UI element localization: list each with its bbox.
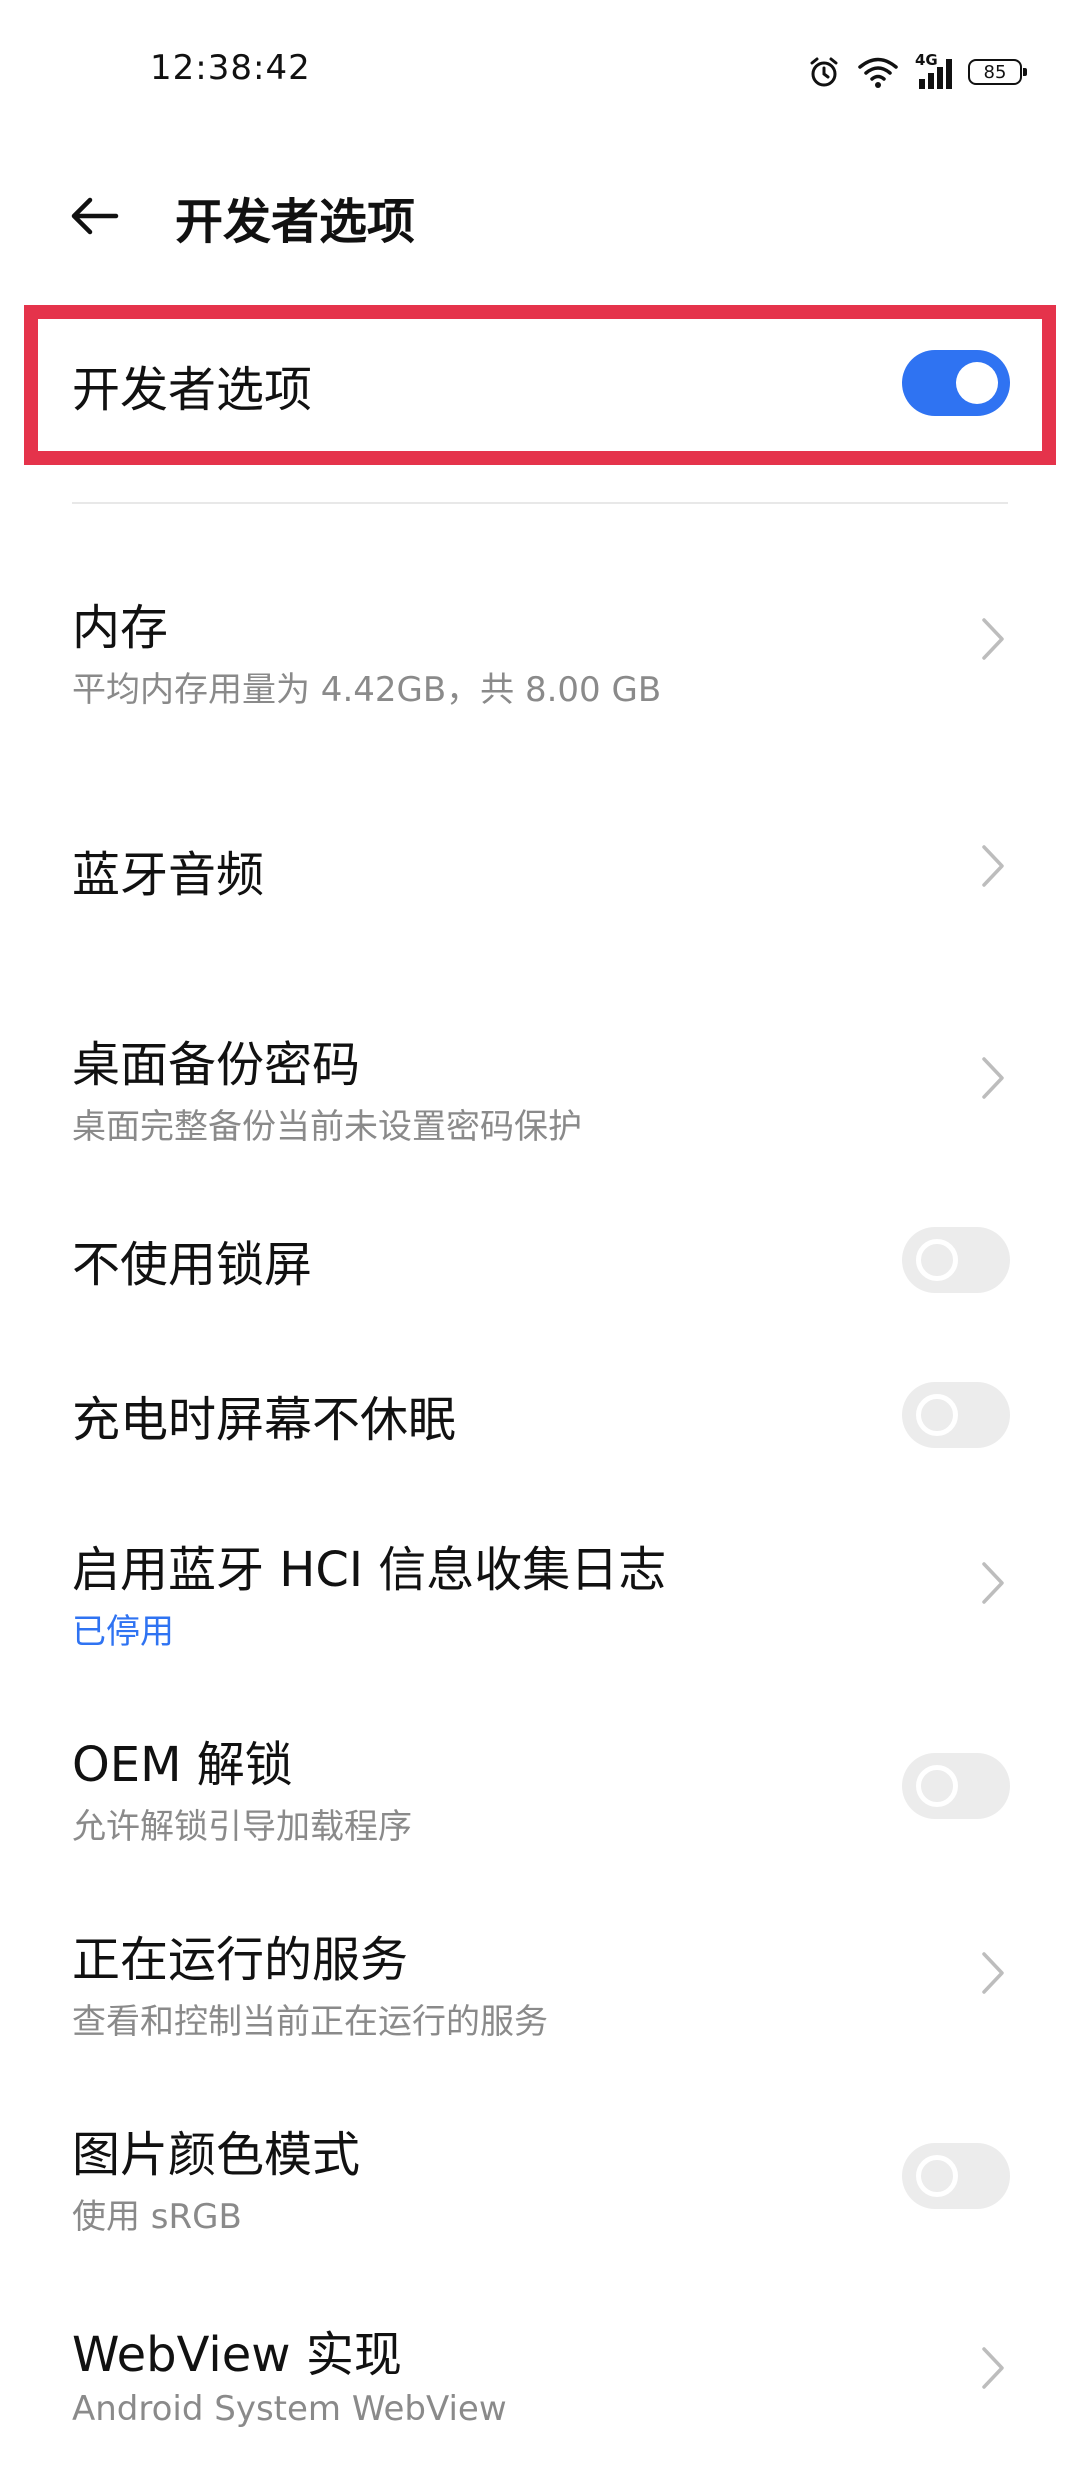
developer-options-toggle[interactable] — [902, 350, 1010, 416]
setting-label: 蓝牙音频 — [72, 847, 265, 903]
back-arrow-icon[interactable] — [66, 188, 122, 244]
setting-row-desktop-backup-password[interactable]: 桌面备份密码桌面完整备份当前未设置密码保护 — [0, 1025, 1080, 1175]
setting-toggle[interactable] — [902, 1382, 1010, 1448]
status-time: 12:38:42 — [150, 48, 311, 88]
setting-label: WebView 实现 — [72, 2327, 402, 2383]
setting-summary: 平均内存用量为 4.42GB，共 8.00 GB — [72, 670, 662, 710]
app-bar: 开发者选项 — [0, 160, 1080, 270]
setting-summary: Android System WebView — [72, 2389, 507, 2429]
battery-icon: 85 — [968, 59, 1027, 85]
alarm-icon — [810, 57, 838, 87]
divider — [72, 502, 1008, 504]
toggle-knob — [916, 1765, 958, 1807]
setting-status-link: 已停用 — [72, 1612, 174, 1652]
chevron-right-icon — [982, 2347, 1004, 2389]
toggle-knob — [916, 1239, 958, 1281]
setting-label: 启用蓝牙 HCI 信息收集日志 — [72, 1542, 667, 1598]
setting-row-stay-awake[interactable]: 充电时屏幕不休眠 — [0, 1380, 1080, 1530]
setting-row-no-lock-screen[interactable]: 不使用锁屏 — [0, 1225, 1080, 1375]
chevron-right-icon — [982, 618, 1004, 660]
setting-row-bluetooth-hci-log[interactable]: 启用蓝牙 HCI 信息收集日志已停用 — [0, 1530, 1080, 1680]
setting-toggle[interactable] — [902, 2143, 1010, 2209]
setting-label: 桌面备份密码 — [72, 1037, 361, 1093]
setting-row-picture-color-mode[interactable]: 图片颜色模式使用 sRGB — [0, 2115, 1080, 2265]
wifi-icon — [858, 57, 898, 88]
toggle-knob — [916, 2155, 958, 2197]
network-type-label: 4G — [915, 51, 938, 69]
setting-label: 充电时屏幕不休眠 — [72, 1392, 457, 1448]
setting-label: 正在运行的服务 — [72, 1932, 409, 1988]
battery-level: 85 — [983, 61, 1007, 83]
chevron-right-icon — [982, 1952, 1004, 1994]
setting-summary: 允许解锁引导加载程序 — [72, 1807, 412, 1847]
setting-label: 内存 — [72, 600, 169, 656]
chevron-right-icon — [982, 1057, 1004, 1099]
toggle-knob — [916, 1394, 958, 1436]
status-bar: 12:38:42 4G 85 — [0, 0, 1080, 140]
developer-options-label: 开发者选项 — [72, 362, 313, 418]
chevron-right-icon — [982, 1562, 1004, 1604]
chevron-right-icon — [982, 845, 1004, 887]
page-title: 开发者选项 — [175, 194, 416, 250]
signal-4g-icon: 4G — [915, 51, 952, 89]
setting-toggle[interactable] — [902, 1227, 1010, 1293]
setting-toggle[interactable] — [902, 1753, 1010, 1819]
setting-label: 不使用锁屏 — [72, 1237, 313, 1293]
toggle-knob — [956, 362, 998, 404]
status-icons: 4G 85 — [807, 51, 1027, 92]
setting-row-oem-unlock[interactable]: OEM 解锁允许解锁引导加载程序 — [0, 1725, 1080, 1875]
setting-summary: 桌面完整备份当前未设置密码保护 — [72, 1107, 582, 1147]
setting-row-memory[interactable]: 内存平均内存用量为 4.42GB，共 8.00 GB — [0, 588, 1080, 738]
setting-label: OEM 解锁 — [72, 1737, 293, 1793]
setting-label: 图片颜色模式 — [72, 2127, 361, 2183]
setting-summary: 查看和控制当前正在运行的服务 — [72, 2002, 548, 2042]
setting-row-webview-implementation[interactable]: WebView 实现 Android System WebView — [0, 2315, 1080, 2465]
setting-row-running-services[interactable]: 正在运行的服务查看和控制当前正在运行的服务 — [0, 1920, 1080, 2070]
setting-summary: 使用 sRGB — [72, 2197, 242, 2237]
setting-row-bluetooth-audio[interactable]: 蓝牙音频 — [0, 835, 1080, 985]
